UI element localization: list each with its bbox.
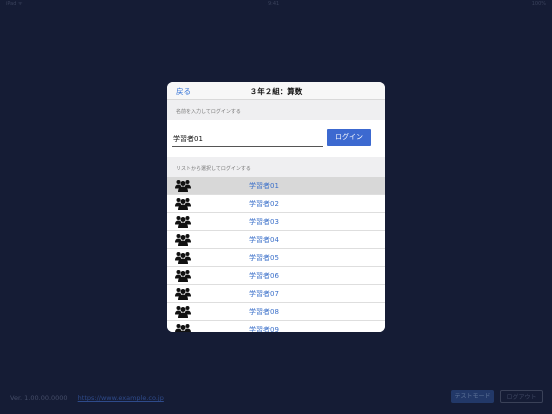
list-section-header: リストから選択してログインする [167,157,385,177]
version-label: Ver. 1.00.00.0000 [10,394,68,402]
list-item-label: 学習者04 [249,236,279,244]
app-screen: iPad ᯤ 9:41 100% Ver. 1.00.00.0000 https… [0,0,552,414]
footer-info: Ver. 1.00.00.0000 https://www.example.co… [10,394,164,402]
list-item-label: 学習者08 [249,308,279,316]
user-row-9[interactable]: 学習者09 [167,321,385,332]
list-item-label: 学習者07 [249,290,279,298]
login-modal: 戻る ３年２組：算数 名前を入力してログインする ログイン リストから選択してロ… [167,82,385,332]
status-battery: 100% [531,1,546,7]
logout-button[interactable]: ログアウト [500,390,543,403]
list-item-label: 学習者01 [249,182,279,190]
user-row-4[interactable]: 学習者04 [167,231,385,249]
user-row-6[interactable]: 学習者06 [167,267,385,285]
name-section-header: 名前を入力してログインする [167,100,385,120]
user-list[interactable]: 学習者01 学習者02 学習者03 学習者04 学習者05 学習者06 学習者0… [167,177,385,332]
user-row-5[interactable]: 学習者05 [167,249,385,267]
list-item-label: 学習者05 [249,254,279,262]
user-row-2[interactable]: 学習者02 [167,195,385,213]
status-time: 9:41 [268,1,280,7]
name-entry-row: ログイン [167,120,385,157]
list-item-label: 学習者09 [249,326,279,332]
list-item-label: 学習者02 [249,200,279,208]
user-row-7[interactable]: 学習者07 [167,285,385,303]
login-button[interactable]: ログイン [327,129,371,146]
user-row-1[interactable]: 学習者01 [167,177,385,195]
user-row-8[interactable]: 学習者08 [167,303,385,321]
list-item-label: 学習者03 [249,218,279,226]
test-mode-button[interactable]: テストモード [451,390,494,403]
status-bar: iPad ᯤ 9:41 100% [0,0,552,8]
modal-title: ３年２組：算数 [249,87,303,96]
modal-header: 戻る ３年２組：算数 [167,82,385,100]
name-input[interactable] [172,132,323,147]
user-row-3[interactable]: 学習者03 [167,213,385,231]
list-item-label: 学習者06 [249,272,279,280]
status-carrier: iPad ᯤ [6,1,23,7]
footer-link[interactable]: https://www.example.co.jp [78,394,164,402]
